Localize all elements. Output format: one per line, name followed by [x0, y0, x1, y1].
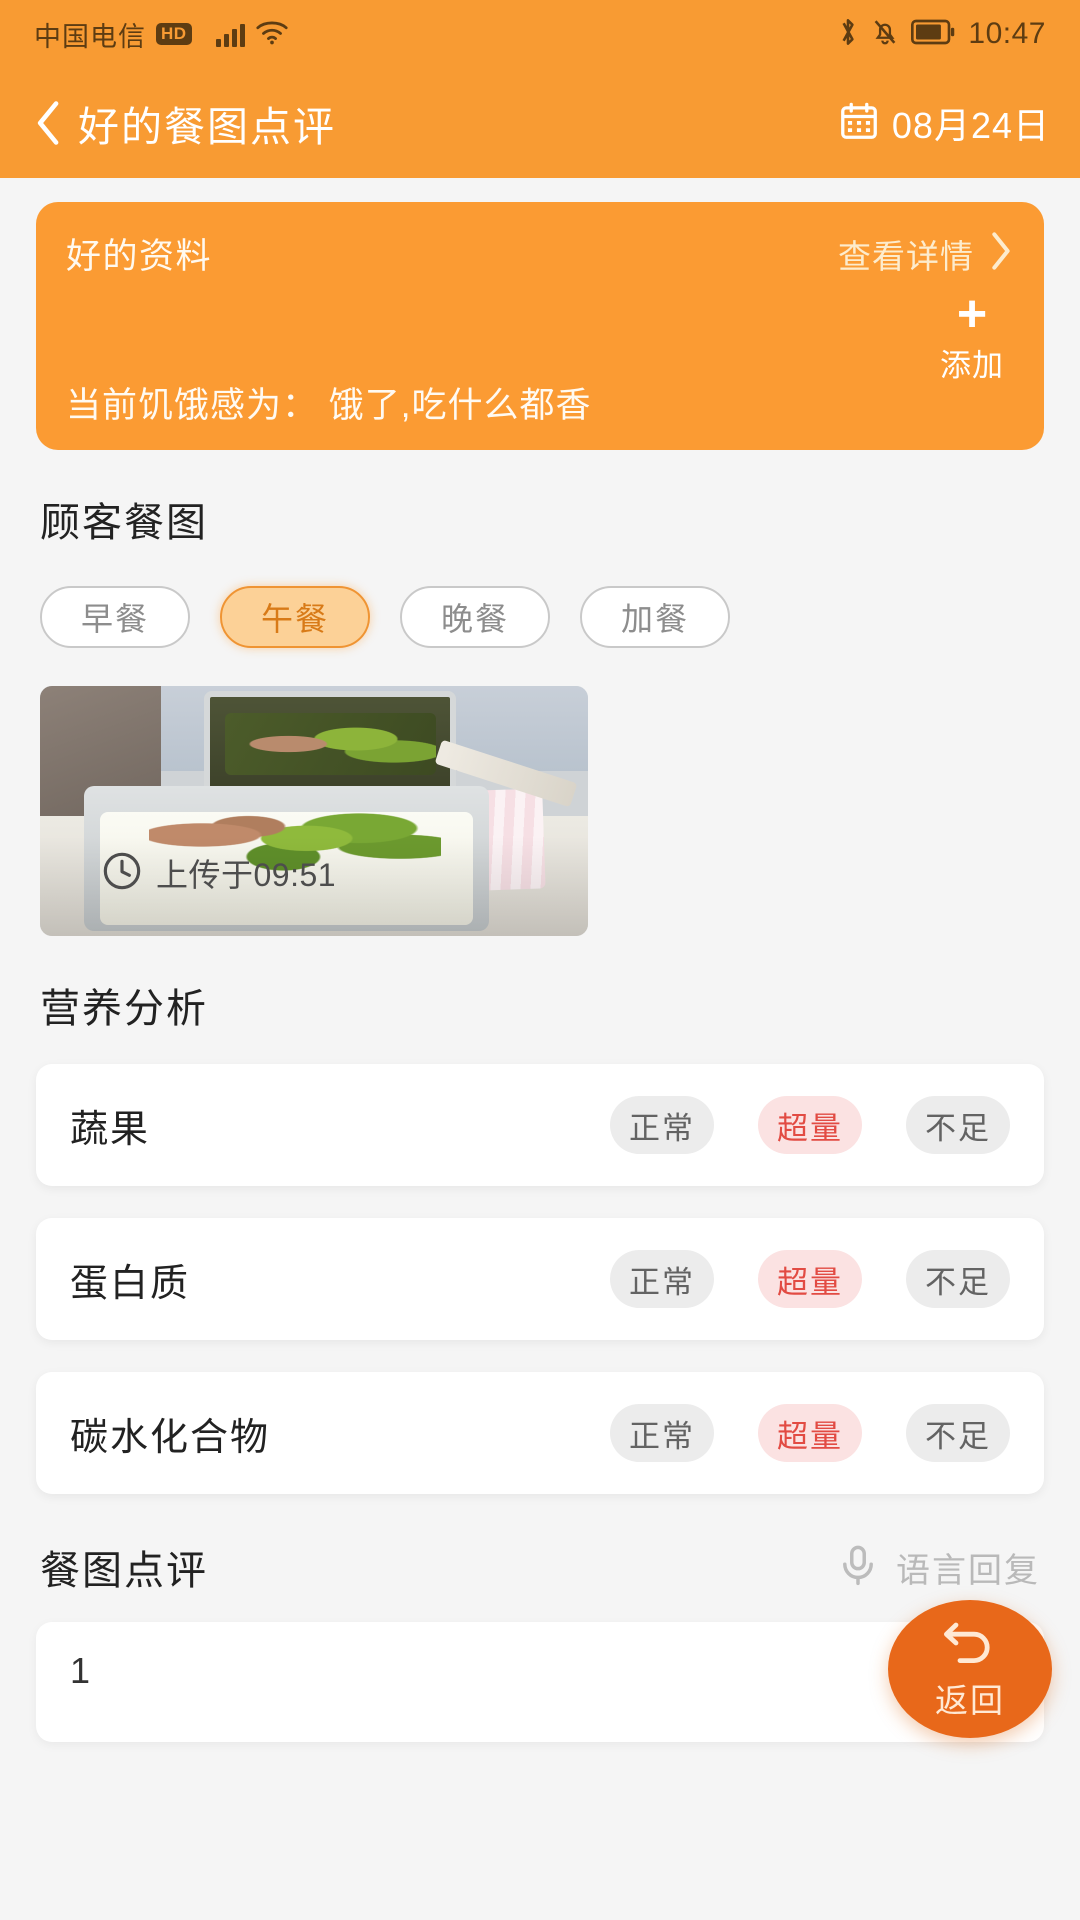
view-detail-label: 查看详情 [838, 237, 974, 275]
meal-section-title: 顾客餐图 [40, 501, 208, 545]
signal-bars-icon [215, 21, 245, 47]
meal-type-tabs: 早餐 午餐 晚餐 加餐 [40, 586, 1080, 648]
add-button-label: 添加 [940, 347, 1004, 383]
back-chevron-icon[interactable] [34, 100, 64, 146]
app-screen: 中国电信 HD 10:47 好的餐图点评 08月24日 好的资料 查看详情 + … [0, 0, 1080, 1920]
chip-excess[interactable]: 超量 [758, 1404, 862, 1462]
status-bar-right: 10:47 [837, 16, 1046, 53]
nutrition-section-title: 营养分析 [40, 987, 208, 1031]
undo-arrow-icon [940, 1617, 1000, 1672]
chip-normal[interactable]: 正常 [610, 1250, 714, 1308]
microphone-icon [836, 1543, 880, 1592]
bluetooth-icon [837, 16, 859, 53]
add-button[interactable]: + 添加 [940, 285, 1004, 385]
voice-reply-button[interactable]: 语言回复 [836, 1543, 1040, 1592]
view-detail-link[interactable]: 查看详情 [838, 230, 1014, 278]
hunger-status-text: 当前饥饿感为： 饿了,吃什么都香 [66, 386, 592, 425]
nutrition-list: 蔬果 正常 超量 不足 蛋白质 正常 超量 不足 碳水化合物 正常 超量 不足 [36, 1064, 1044, 1494]
chip-normal[interactable]: 正常 [610, 1404, 714, 1462]
chip-insufficient[interactable]: 不足 [906, 1250, 1010, 1308]
status-bar-left: 中国电信 HD [34, 15, 289, 54]
nutrition-row-label: 蛋白质 [70, 1262, 191, 1305]
upload-time-label: 上传于09:51 [156, 857, 337, 893]
nutrition-chip-group: 正常 超量 不足 [610, 1404, 1010, 1462]
nutrition-chip-group: 正常 超量 不足 [610, 1096, 1010, 1154]
page-title: 好的餐图点评 [78, 104, 336, 150]
status-bar: 中国电信 HD 10:47 [0, 0, 1080, 68]
header-date-label: 08月24日 [891, 105, 1050, 146]
carrier-label: 中国电信 [34, 21, 146, 52]
plus-icon: + [956, 285, 988, 343]
header-date-group[interactable]: 08月24日 [840, 97, 1050, 149]
bell-muted-icon [872, 17, 898, 52]
chip-normal[interactable]: 正常 [610, 1096, 714, 1154]
table-row: 蔬果 正常 超量 不足 [36, 1064, 1044, 1186]
clock-icon [102, 851, 142, 896]
tab-lunch[interactable]: 午餐 [220, 586, 370, 648]
nutrition-row-label: 蔬果 [70, 1108, 151, 1151]
voice-reply-label: 语言回复 [896, 1551, 1040, 1590]
status-bar-time: 10:47 [968, 17, 1046, 50]
chip-insufficient[interactable]: 不足 [906, 1096, 1010, 1154]
tab-dinner[interactable]: 晚餐 [400, 586, 550, 648]
hd-badge: HD [156, 23, 192, 45]
profile-info-card: 好的资料 查看详情 + 添加 当前饥饿感为： 饿了,吃什么都香 [36, 202, 1044, 450]
chevron-right-icon [988, 231, 1014, 276]
battery-icon [911, 19, 955, 50]
nutrition-row-label: 碳水化合物 [70, 1416, 271, 1459]
meal-photo-image [40, 686, 588, 936]
upload-time-stamp: 上传于09:51 [102, 850, 336, 896]
info-card-top-row: 好的资料 查看详情 [66, 228, 1014, 279]
app-header: 好的餐图点评 08月24日 [0, 68, 1080, 178]
wifi-icon [255, 19, 289, 50]
table-row: 蛋白质 正常 超量 不足 [36, 1218, 1044, 1340]
chip-excess[interactable]: 超量 [758, 1096, 862, 1154]
table-row: 碳水化合物 正常 超量 不足 [36, 1372, 1044, 1494]
return-fab-button[interactable]: 返回 [888, 1600, 1052, 1738]
chip-insufficient[interactable]: 不足 [906, 1404, 1010, 1462]
return-fab-label: 返回 [935, 1681, 1005, 1719]
tab-snack[interactable]: 加餐 [580, 586, 730, 648]
comment-section-header: 餐图点评 语言回复 [40, 1538, 1040, 1596]
nutrition-chip-group: 正常 超量 不足 [610, 1250, 1010, 1308]
comment-section-title: 餐图点评 [40, 1549, 208, 1593]
calendar-icon [840, 102, 878, 145]
info-card-title: 好的资料 [66, 237, 213, 276]
tab-breakfast[interactable]: 早餐 [40, 586, 190, 648]
meal-photo[interactable]: 上传于09:51 [40, 686, 588, 936]
chip-excess[interactable]: 超量 [758, 1250, 862, 1308]
